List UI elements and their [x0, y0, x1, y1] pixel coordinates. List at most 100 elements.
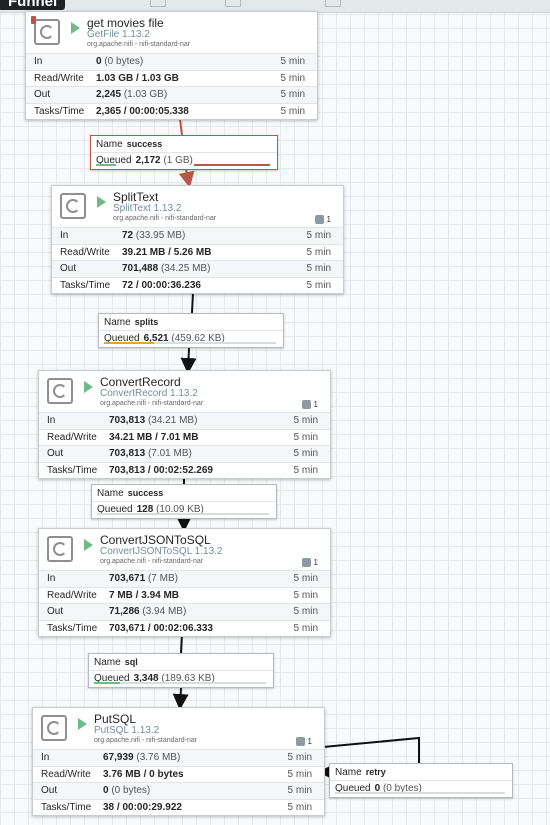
stat-size: (3.94 MB) [142, 606, 187, 617]
queue-empty-bar [154, 342, 276, 344]
queue-backpressure-bar [194, 164, 270, 166]
running-icon [84, 381, 93, 393]
stat-window: 5 min [293, 415, 318, 426]
stat-tasks-time: Tasks/Time 72 / 00:00:36.236 5 min [52, 276, 343, 294]
active-task-count: 1 [313, 400, 318, 409]
stat-value: 72 (33.95 MB) [122, 228, 185, 244]
connection-splits[interactable]: Name splits Queued 6,521 (459.62 KB) [98, 313, 284, 348]
stat-window: 5 min [293, 606, 318, 617]
stat-read-write: Read/Write 1.03 GB / 1.03 GB 5 min [26, 69, 317, 87]
stat-label: In [34, 56, 43, 67]
stat-read-write: Read/Write 3.76 MB / 0 bytes 5 min [33, 765, 324, 783]
stat-out: Out 2,245 (1.03 GB) 5 min [26, 86, 317, 103]
queue-fill-bar [96, 164, 116, 166]
connection-name-label: Name [97, 488, 124, 499]
connection-name-label: Name [94, 657, 121, 668]
stat-label: Out [47, 606, 64, 617]
stat-size: (7.01 MB) [147, 448, 192, 459]
connection-queued-row: Queued 128 (10.09 KB) [92, 501, 276, 518]
connection-queued-row: Queued 2,172 (1 GB) [91, 152, 277, 169]
stat-label: Read/Write [34, 72, 84, 84]
processor-get-movies-file[interactable]: get movies file GetFile 1.13.2 org.apach… [25, 11, 318, 120]
stat-window: 5 min [287, 801, 312, 813]
stat-tasks-time: Tasks/Time 703,813 / 00:02:52.269 5 min [39, 461, 330, 479]
stat-out: Out 0 (0 bytes) 5 min [33, 782, 324, 799]
processor-type: ConvertJSONToSQL 1.13.2 [100, 546, 223, 557]
connection-queued-row: Queued 3,348 (189.63 KB) [89, 670, 273, 687]
processor-convertjsontosql[interactable]: ConvertJSONToSQL ConvertJSONToSQL 1.13.2… [38, 528, 331, 637]
edge-splittext-splits [191, 291, 194, 314]
processor-stats: In 67,939 (3.76 MB) 5 min Read/Write 3.76 M… [33, 749, 324, 815]
processor-bundle: org.apache.nifi - nifi-standard-nar [94, 737, 198, 744]
stat-window: 5 min [293, 622, 318, 634]
stat-size: (7 MB) [147, 573, 178, 584]
processor-icon [60, 193, 86, 219]
stat-count: 67,939 [103, 752, 134, 763]
stat-label: Out [47, 448, 64, 459]
stat-label: Out [60, 263, 77, 274]
stat-value: 72 / 00:00:36.236 [122, 279, 201, 291]
connection-name-row: Name success [92, 485, 276, 501]
stat-window: 5 min [306, 279, 331, 291]
running-icon [84, 539, 93, 551]
stat-value: 701,488 (34.25 MB) [122, 261, 210, 277]
processor-type: PutSQL 1.13.2 [94, 725, 160, 736]
stat-size: (34.25 MB) [160, 263, 211, 274]
connection-name-row: Name retry [330, 764, 512, 780]
processor-stats: In 703,813 (34.21 MB) 5 min Read/Write 34.2… [39, 412, 330, 478]
stat-count: 71,286 [109, 606, 140, 617]
stat-size: (33.95 MB) [135, 230, 186, 241]
active-tasks: 1 [295, 737, 312, 747]
connection-success-1[interactable]: Name success Queued 2,172 (1 GB) [90, 135, 278, 170]
edge-success-splittext [178, 168, 195, 188]
stat-size: (3.76 MB) [136, 752, 181, 763]
stat-window: 5 min [280, 72, 305, 84]
stat-window: 5 min [280, 56, 305, 67]
processor-name: PutSQL [94, 712, 137, 726]
stat-out: Out 703,813 (7.01 MB) 5 min [39, 445, 330, 462]
processor-splittext[interactable]: SplitText SplitText 1.13.2 org.apache.ni… [51, 185, 344, 294]
stat-label: Tasks/Time [47, 464, 98, 476]
stat-out: Out 701,488 (34.25 MB) 5 min [52, 260, 343, 277]
threads-icon [301, 400, 311, 410]
connection-name-label: Name [96, 139, 123, 150]
stat-window: 5 min [287, 752, 312, 763]
stat-value: 703,671 / 00:02:06.333 [109, 622, 213, 634]
processor-bundle: org.apache.nifi - nifi-standard-nar [100, 400, 204, 407]
stat-in: In 0 (0 bytes) 5 min [26, 53, 317, 70]
stat-count: 0 [96, 56, 102, 67]
stat-label: In [47, 573, 56, 584]
stat-count: 703,671 [109, 573, 146, 584]
edge-sql-putsql [172, 687, 189, 710]
stat-label: Out [41, 785, 58, 796]
processor-bundle: org.apache.nifi - nifi-standard-nar [87, 41, 191, 48]
stat-value: 39.21 MB / 5.26 MB [122, 246, 212, 258]
stat-label: Read/Write [41, 768, 91, 780]
active-task-count: 1 [313, 558, 318, 567]
stat-label: Tasks/Time [60, 279, 111, 291]
stat-value: 0 (0 bytes) [103, 783, 150, 799]
connection-success-2[interactable]: Name success Queued 128 (10.09 KB) [91, 484, 277, 519]
connection-retry[interactable]: Name retry Queued 0 (0 bytes) [329, 763, 513, 798]
connection-sql[interactable]: Name sql Queued 3,348 (189.63 KB) [88, 653, 274, 688]
processor-putsql[interactable]: PutSQL PutSQL 1.13.2 org.apache.nifi - n… [32, 707, 325, 816]
stat-count: 701,488 [122, 263, 159, 274]
stat-window: 5 min [280, 89, 305, 100]
active-task-count: 1 [326, 215, 331, 224]
threads-icon [301, 558, 311, 568]
processor-icon [47, 536, 73, 562]
stat-window: 5 min [293, 573, 318, 584]
stat-size: (0 bytes) [104, 56, 144, 67]
stat-window: 5 min [306, 263, 331, 274]
warning-icon[interactable] [31, 16, 36, 24]
queue-empty-bar [97, 513, 269, 515]
running-icon [71, 22, 80, 34]
stat-read-write: Read/Write 39.21 MB / 5.26 MB 5 min [52, 243, 343, 261]
connection-name: success [127, 488, 164, 498]
queue-empty-bar [335, 792, 505, 794]
processor-convertrecord[interactable]: ConvertRecord ConvertRecord 1.13.2 org.a… [38, 370, 331, 479]
stat-label: Out [34, 89, 51, 100]
queued-size: (1 GB) [163, 155, 193, 166]
stat-label: In [60, 230, 69, 241]
edge-putsql-retry [322, 736, 420, 763]
